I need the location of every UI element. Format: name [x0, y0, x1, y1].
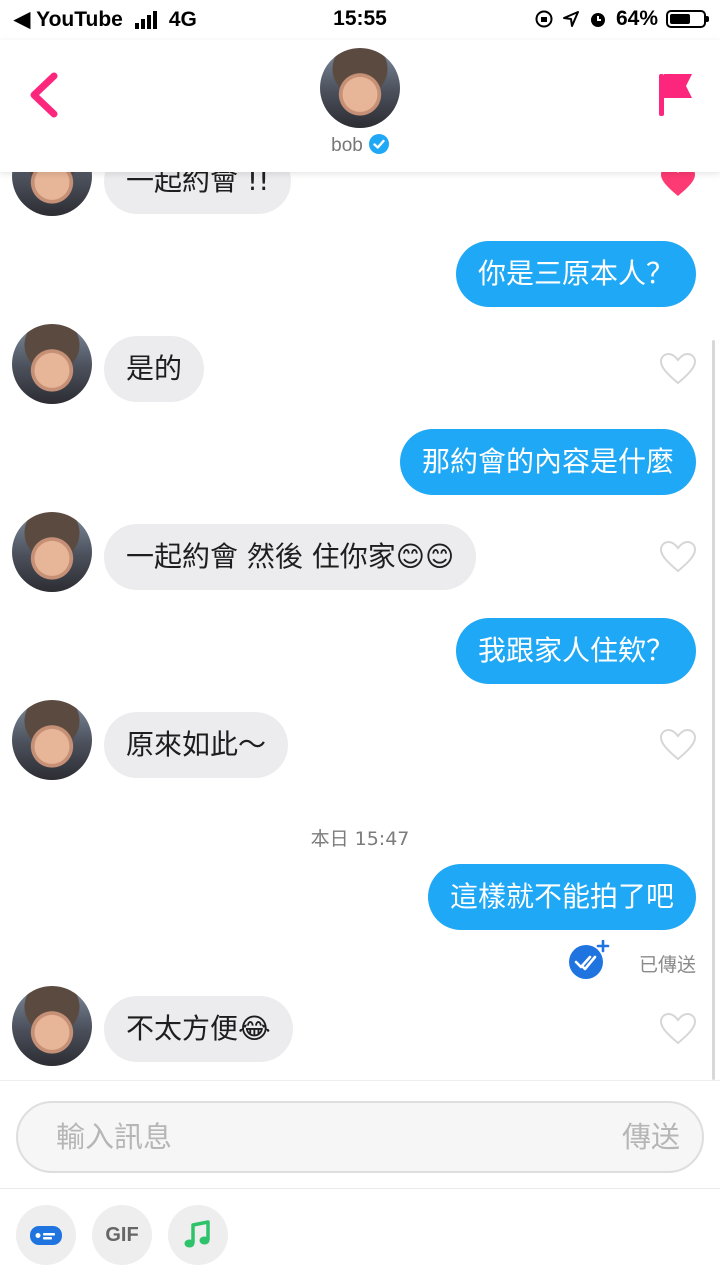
- location-icon: [562, 11, 579, 27]
- gif-button[interactable]: GIF: [92, 1205, 152, 1265]
- message-in[interactable]: 原來如此～: [104, 712, 289, 778]
- message-in[interactable]: 不太方便😂: [104, 996, 293, 1062]
- report-flag-icon[interactable]: [656, 70, 696, 120]
- status-right: 64%: [534, 7, 709, 31]
- battery-percent: 64%: [615, 7, 658, 30]
- heart-icon[interactable]: [660, 541, 696, 573]
- contact-avatar[interactable]: [320, 48, 400, 128]
- contact-name: bob: [331, 135, 363, 156]
- message-out[interactable]: 那約會的內容是什麼: [399, 429, 696, 495]
- battery-icon: [666, 10, 709, 28]
- sticker-button[interactable]: [16, 1205, 76, 1265]
- sent-check-icon: [569, 940, 610, 979]
- message-input-placeholder: 輸入訊息: [56, 1120, 173, 1154]
- send-button[interactable]: 傳送: [622, 1103, 680, 1171]
- heart-icon[interactable]: [660, 1013, 696, 1045]
- message-in[interactable]: 是的: [104, 336, 205, 402]
- attachment-toolbar: GIF: [0, 1188, 720, 1281]
- sender-avatar[interactable]: [12, 700, 92, 780]
- music-note-icon: [184, 1220, 210, 1248]
- sender-avatar[interactable]: [12, 512, 92, 592]
- heart-icon[interactable]: [660, 729, 696, 761]
- battery-fill: [670, 14, 690, 24]
- back-chevron-icon[interactable]: [24, 70, 64, 120]
- chat-header: bob: [0, 40, 720, 172]
- sender-avatar[interactable]: [12, 986, 92, 1066]
- heart-icon[interactable]: [660, 353, 696, 385]
- contact-name-row[interactable]: bob: [0, 134, 720, 157]
- alarm-icon: [590, 13, 605, 27]
- message-out[interactable]: 我跟家人住欸？: [455, 618, 696, 684]
- rotation-lock-icon: [535, 10, 553, 28]
- scrollbar[interactable]: [712, 340, 715, 1080]
- sent-status: 已傳送: [638, 954, 696, 976]
- message-out[interactable]: 這樣就不能拍了吧: [427, 864, 696, 930]
- music-button[interactable]: [168, 1205, 228, 1265]
- composer: 輸入訊息 傳送: [0, 1080, 720, 1189]
- sender-avatar[interactable]: [12, 324, 92, 404]
- verified-badge-icon: [368, 134, 389, 154]
- date-separator: 本日 15:47: [310, 828, 410, 850]
- status-bar: ◀ YouTube 4G 15:55 64%: [0, 0, 720, 40]
- sticker-icon: [30, 1226, 62, 1245]
- message-in[interactable]: 一起約會 然後 住你家😊😊: [104, 524, 477, 590]
- message-out[interactable]: 你是三原本人？: [455, 241, 696, 307]
- message-input[interactable]: 輸入訊息 傳送: [16, 1101, 704, 1173]
